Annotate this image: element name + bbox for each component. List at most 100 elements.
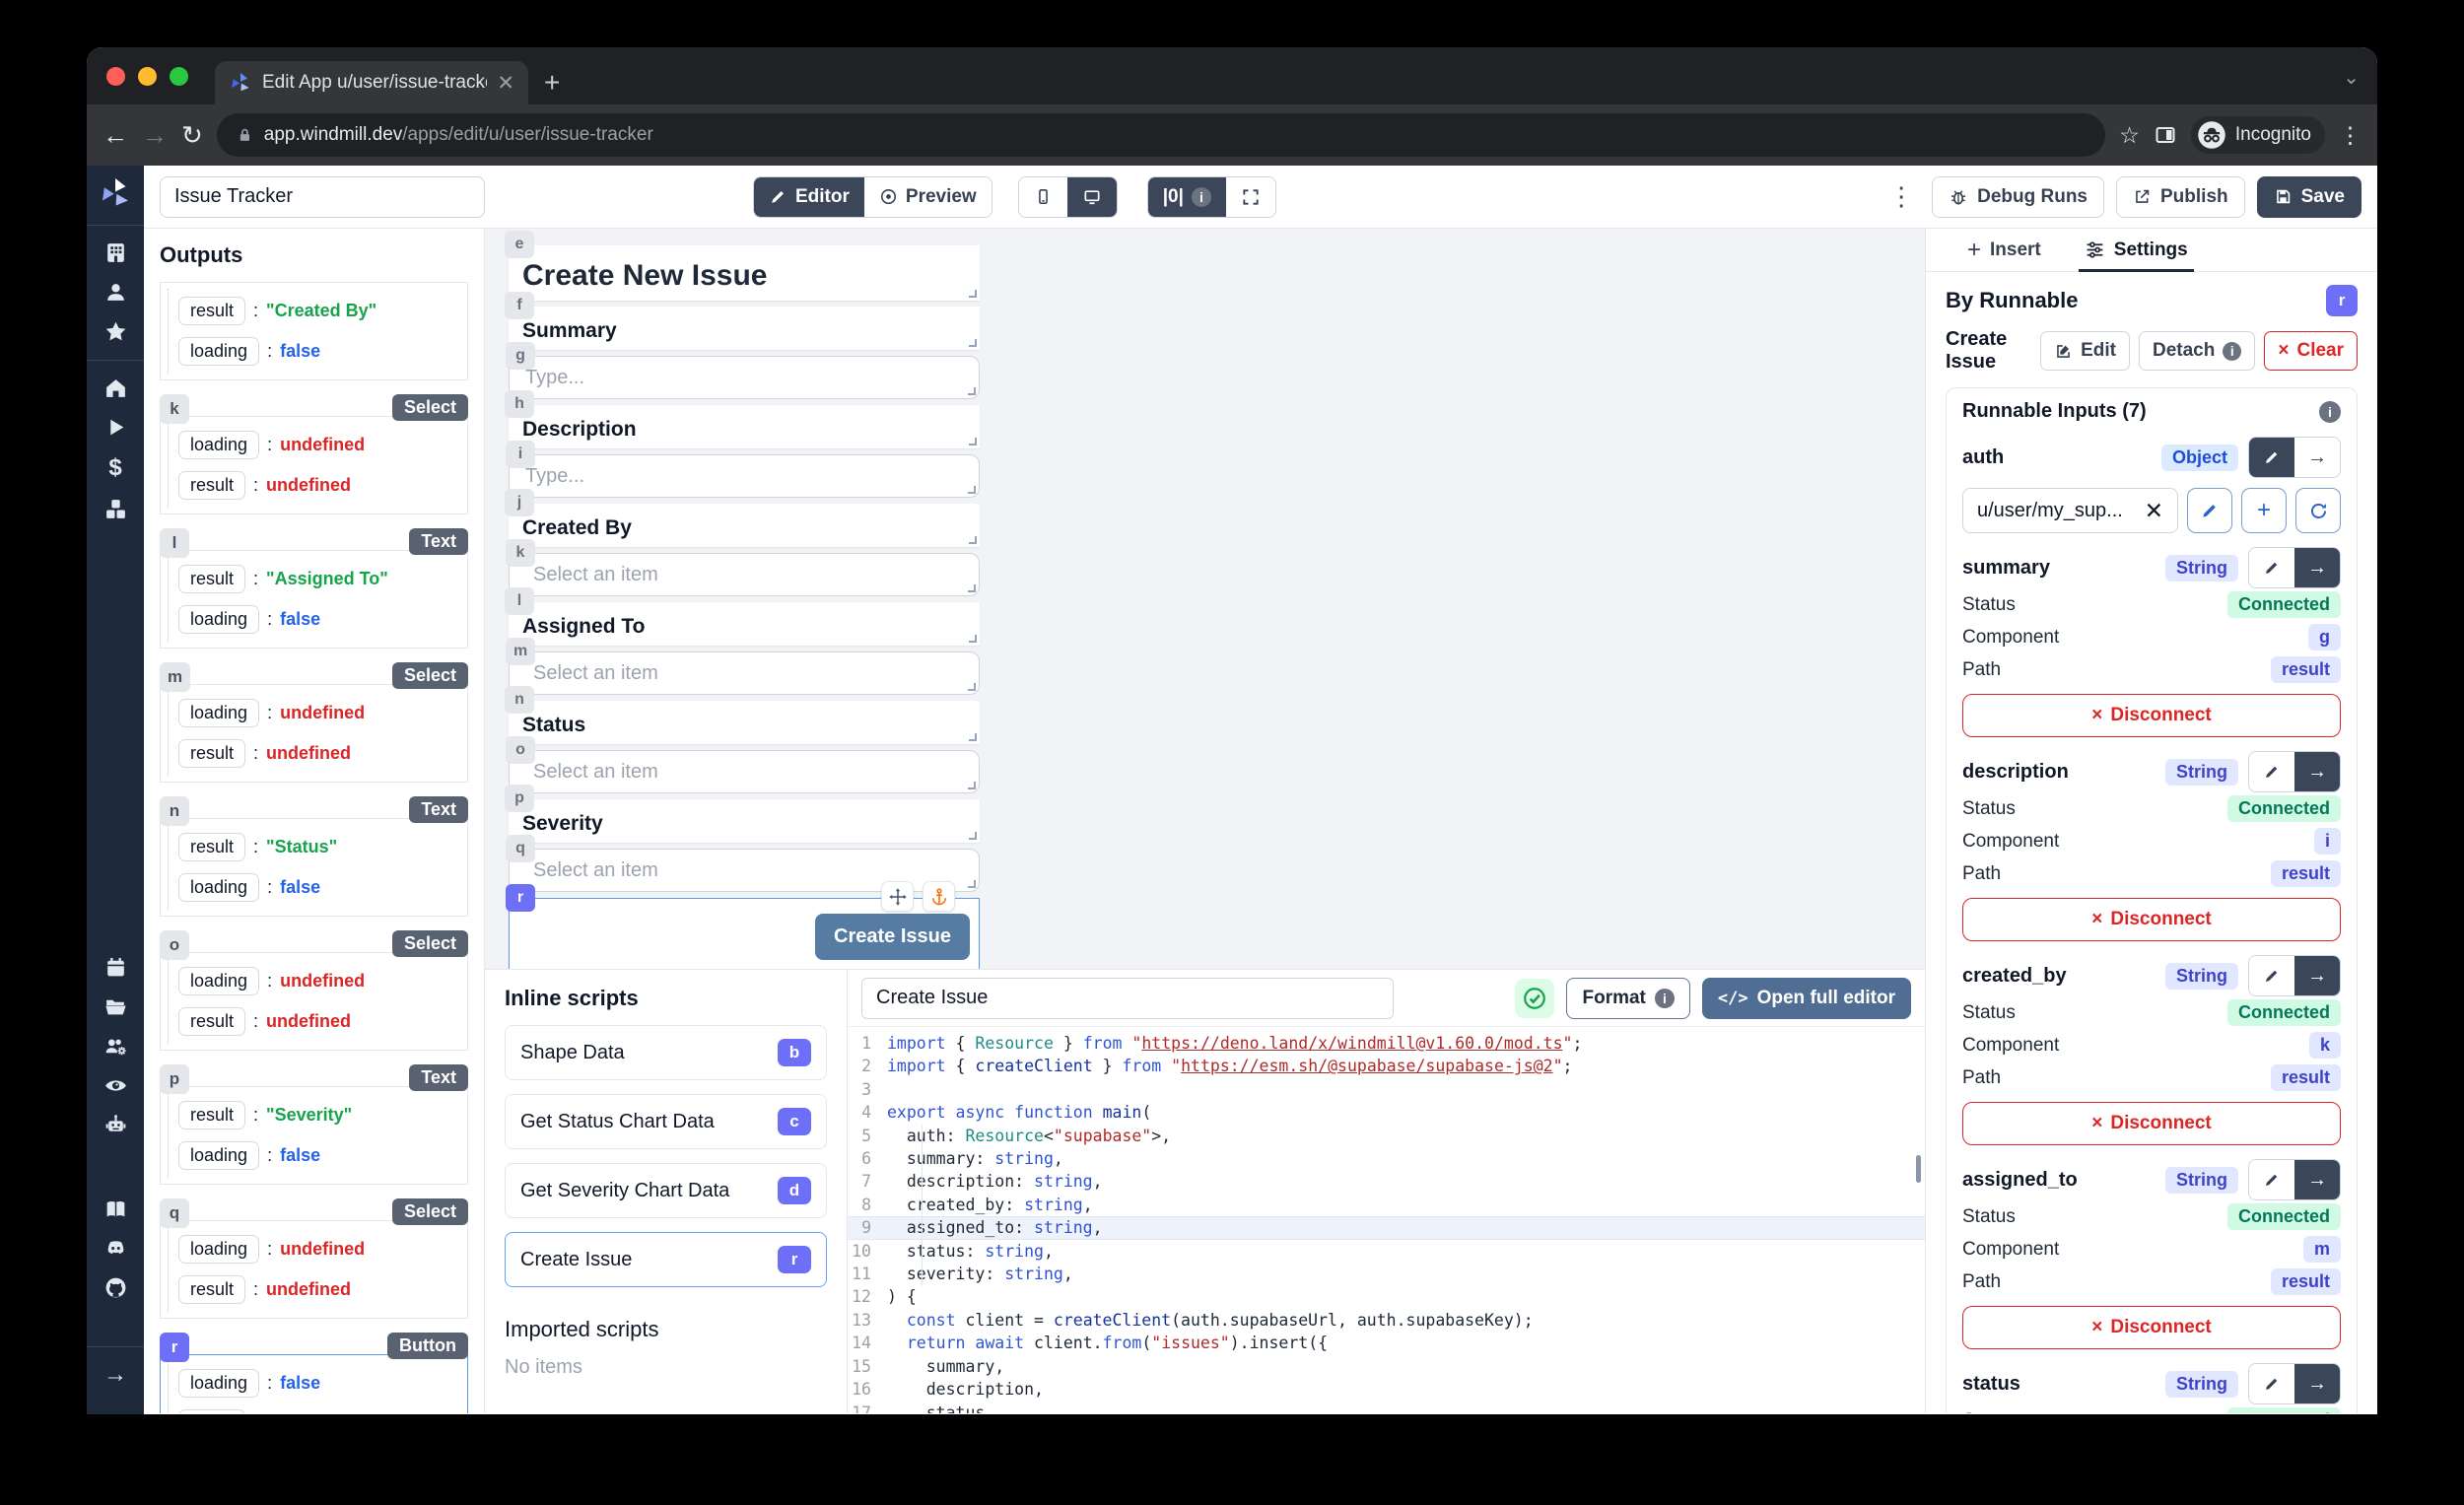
component-id-badge[interactable]: f [505, 292, 534, 319]
home-icon[interactable] [103, 376, 128, 400]
resize-handle[interactable] [969, 536, 977, 544]
output-key-pill[interactable]: result [178, 1409, 245, 1413]
canvas-component-m[interactable]: mSelect an item [509, 651, 980, 695]
connect-mode-button[interactable]: → [2294, 438, 2340, 477]
canvas-component-g[interactable]: gType... [509, 356, 980, 399]
output-key-pill[interactable]: loading [178, 431, 259, 459]
resize-handle[interactable] [968, 880, 976, 888]
output-key-pill[interactable]: loading [178, 699, 259, 727]
output-key-pill[interactable]: result [178, 471, 245, 500]
output-key-pill[interactable]: loading [178, 337, 259, 366]
dollar-icon[interactable]: $ [108, 454, 121, 482]
collapse-arrow-icon[interactable]: → [103, 1361, 127, 1389]
minimize-window-button[interactable] [138, 67, 157, 86]
component-id-badge[interactable]: g [506, 342, 535, 370]
output-card[interactable]: result:"Created By"loading:false [160, 282, 468, 380]
output-card[interactable]: nTextresult:"Status"loading:false [160, 796, 468, 917]
canvas-component-e[interactable]: eCreate New Issue [509, 245, 980, 301]
star-icon[interactable] [103, 319, 128, 344]
fullscreen-button[interactable] [1226, 177, 1275, 217]
info-icon[interactable]: i [1192, 187, 1211, 207]
tab-preview[interactable]: Preview [864, 177, 992, 217]
refresh-resource-button[interactable] [2295, 488, 2341, 533]
canvas-component-l[interactable]: lAssigned To [509, 602, 980, 646]
users-gear-icon[interactable] [103, 1034, 128, 1059]
editor-scrollbar[interactable] [1916, 1155, 1921, 1183]
app-name-input[interactable] [160, 176, 485, 218]
component-id-badge[interactable]: m [506, 638, 535, 665]
output-card[interactable]: oSelectloading:undefinedresult:undefined [160, 930, 468, 1051]
clear-x-icon[interactable]: ✕ [2145, 498, 2163, 524]
component-id-badge[interactable]: m [160, 662, 190, 692]
info-icon[interactable]: i [1655, 989, 1675, 1008]
app-grid-icon[interactable] [103, 240, 128, 265]
disconnect-button[interactable]: ×Disconnect [1962, 694, 2341, 737]
canvas-component-j[interactable]: jCreated By [509, 504, 980, 547]
github-icon[interactable] [103, 1275, 128, 1300]
component-id-badge[interactable]: o [160, 930, 189, 960]
canvas-component-f[interactable]: fSummary [509, 307, 980, 350]
debug-runs-button[interactable]: Debug Runs [1932, 176, 2104, 218]
output-key-pill[interactable]: loading [178, 1141, 259, 1170]
new-tab-button[interactable]: + [544, 67, 560, 99]
resize-handle[interactable] [969, 438, 977, 445]
component-id-badge[interactable]: r [160, 1333, 189, 1362]
component-id-badge[interactable]: h [505, 390, 534, 418]
output-key-pill[interactable]: result [178, 1007, 245, 1036]
hide-outputs-button[interactable]: |0| i [1148, 177, 1226, 217]
static-mode-button[interactable] [2249, 1160, 2294, 1199]
canvas-component-n[interactable]: nStatus [509, 701, 980, 744]
cubes-icon[interactable] [103, 497, 128, 521]
static-mode-button[interactable] [2249, 752, 2294, 791]
output-card[interactable]: qSelectloading:undefinedresult:undefined [160, 1198, 468, 1319]
static-mode-button[interactable] [2249, 956, 2294, 995]
tab-editor[interactable]: Editor [754, 177, 864, 217]
script-item[interactable]: Get Status Chart Datac [505, 1094, 827, 1149]
connect-mode-button[interactable]: → [2294, 548, 2340, 587]
zoom-window-button[interactable] [170, 67, 188, 86]
output-card[interactable]: lTextresult:"Assigned To"loading:false [160, 528, 468, 649]
play-icon[interactable] [103, 415, 128, 440]
folder-icon[interactable] [103, 994, 128, 1019]
resize-handle[interactable] [969, 339, 977, 347]
connect-mode-button[interactable]: → [2294, 1364, 2340, 1403]
back-icon[interactable]: ← [103, 120, 128, 151]
output-key-pill[interactable]: loading [178, 967, 259, 995]
add-resource-button[interactable]: + [2241, 488, 2287, 533]
output-card[interactable]: rButtonloading:falseresult:undefined [160, 1333, 468, 1413]
open-full-editor-button[interactable]: </> Open full editor [1702, 978, 1911, 1019]
connect-mode-button[interactable]: → [2294, 752, 2340, 791]
save-button[interactable]: Save [2257, 176, 2361, 218]
component-id-badge[interactable]: p [160, 1064, 189, 1094]
resize-handle[interactable] [968, 486, 976, 494]
browser-menu-icon[interactable]: ⋮ [2339, 122, 2361, 149]
static-mode-button[interactable] [2249, 438, 2294, 477]
disconnect-button[interactable]: ×Disconnect [1962, 898, 2341, 941]
canvas-component-h[interactable]: hDescription [509, 405, 980, 448]
component-id-badge[interactable]: q [506, 835, 535, 862]
address-bar[interactable]: app.windmill.dev/apps/edit/u/user/issue-… [217, 113, 2105, 157]
format-button[interactable]: Format i [1566, 978, 1689, 1019]
auth-res-input[interactable]: u/user/my_sup...✕ [1962, 488, 2178, 533]
bookmark-star-icon[interactable]: ☆ [2119, 122, 2140, 149]
anchor-icon[interactable] [923, 881, 955, 912]
resize-handle[interactable] [969, 733, 977, 741]
create-issue-button[interactable]: Create Issue [815, 914, 970, 960]
resize-handle[interactable] [968, 782, 976, 789]
tab-search-chevron-icon[interactable]: ⌄ [2343, 65, 2360, 90]
script-name-input[interactable] [861, 978, 1394, 1019]
component-id-badge[interactable]: n [505, 686, 534, 714]
info-icon[interactable]: i [2223, 342, 2241, 361]
component-id-badge[interactable]: p [505, 785, 534, 812]
component-id-badge[interactable]: o [506, 736, 535, 764]
book-icon[interactable] [103, 1197, 128, 1221]
resize-handle[interactable] [968, 387, 976, 395]
output-key-pill[interactable]: result [178, 833, 245, 861]
detach-button[interactable]: Detach i [2139, 331, 2255, 371]
script-item[interactable]: Get Severity Chart Datad [505, 1163, 827, 1218]
canvas-component-r[interactable]: rCreate Issue [509, 898, 980, 969]
discord-icon[interactable] [103, 1236, 128, 1261]
output-key-pill[interactable]: result [178, 1275, 245, 1304]
move-handle-icon[interactable] [881, 881, 914, 912]
component-id-badge[interactable]: l [160, 528, 189, 558]
